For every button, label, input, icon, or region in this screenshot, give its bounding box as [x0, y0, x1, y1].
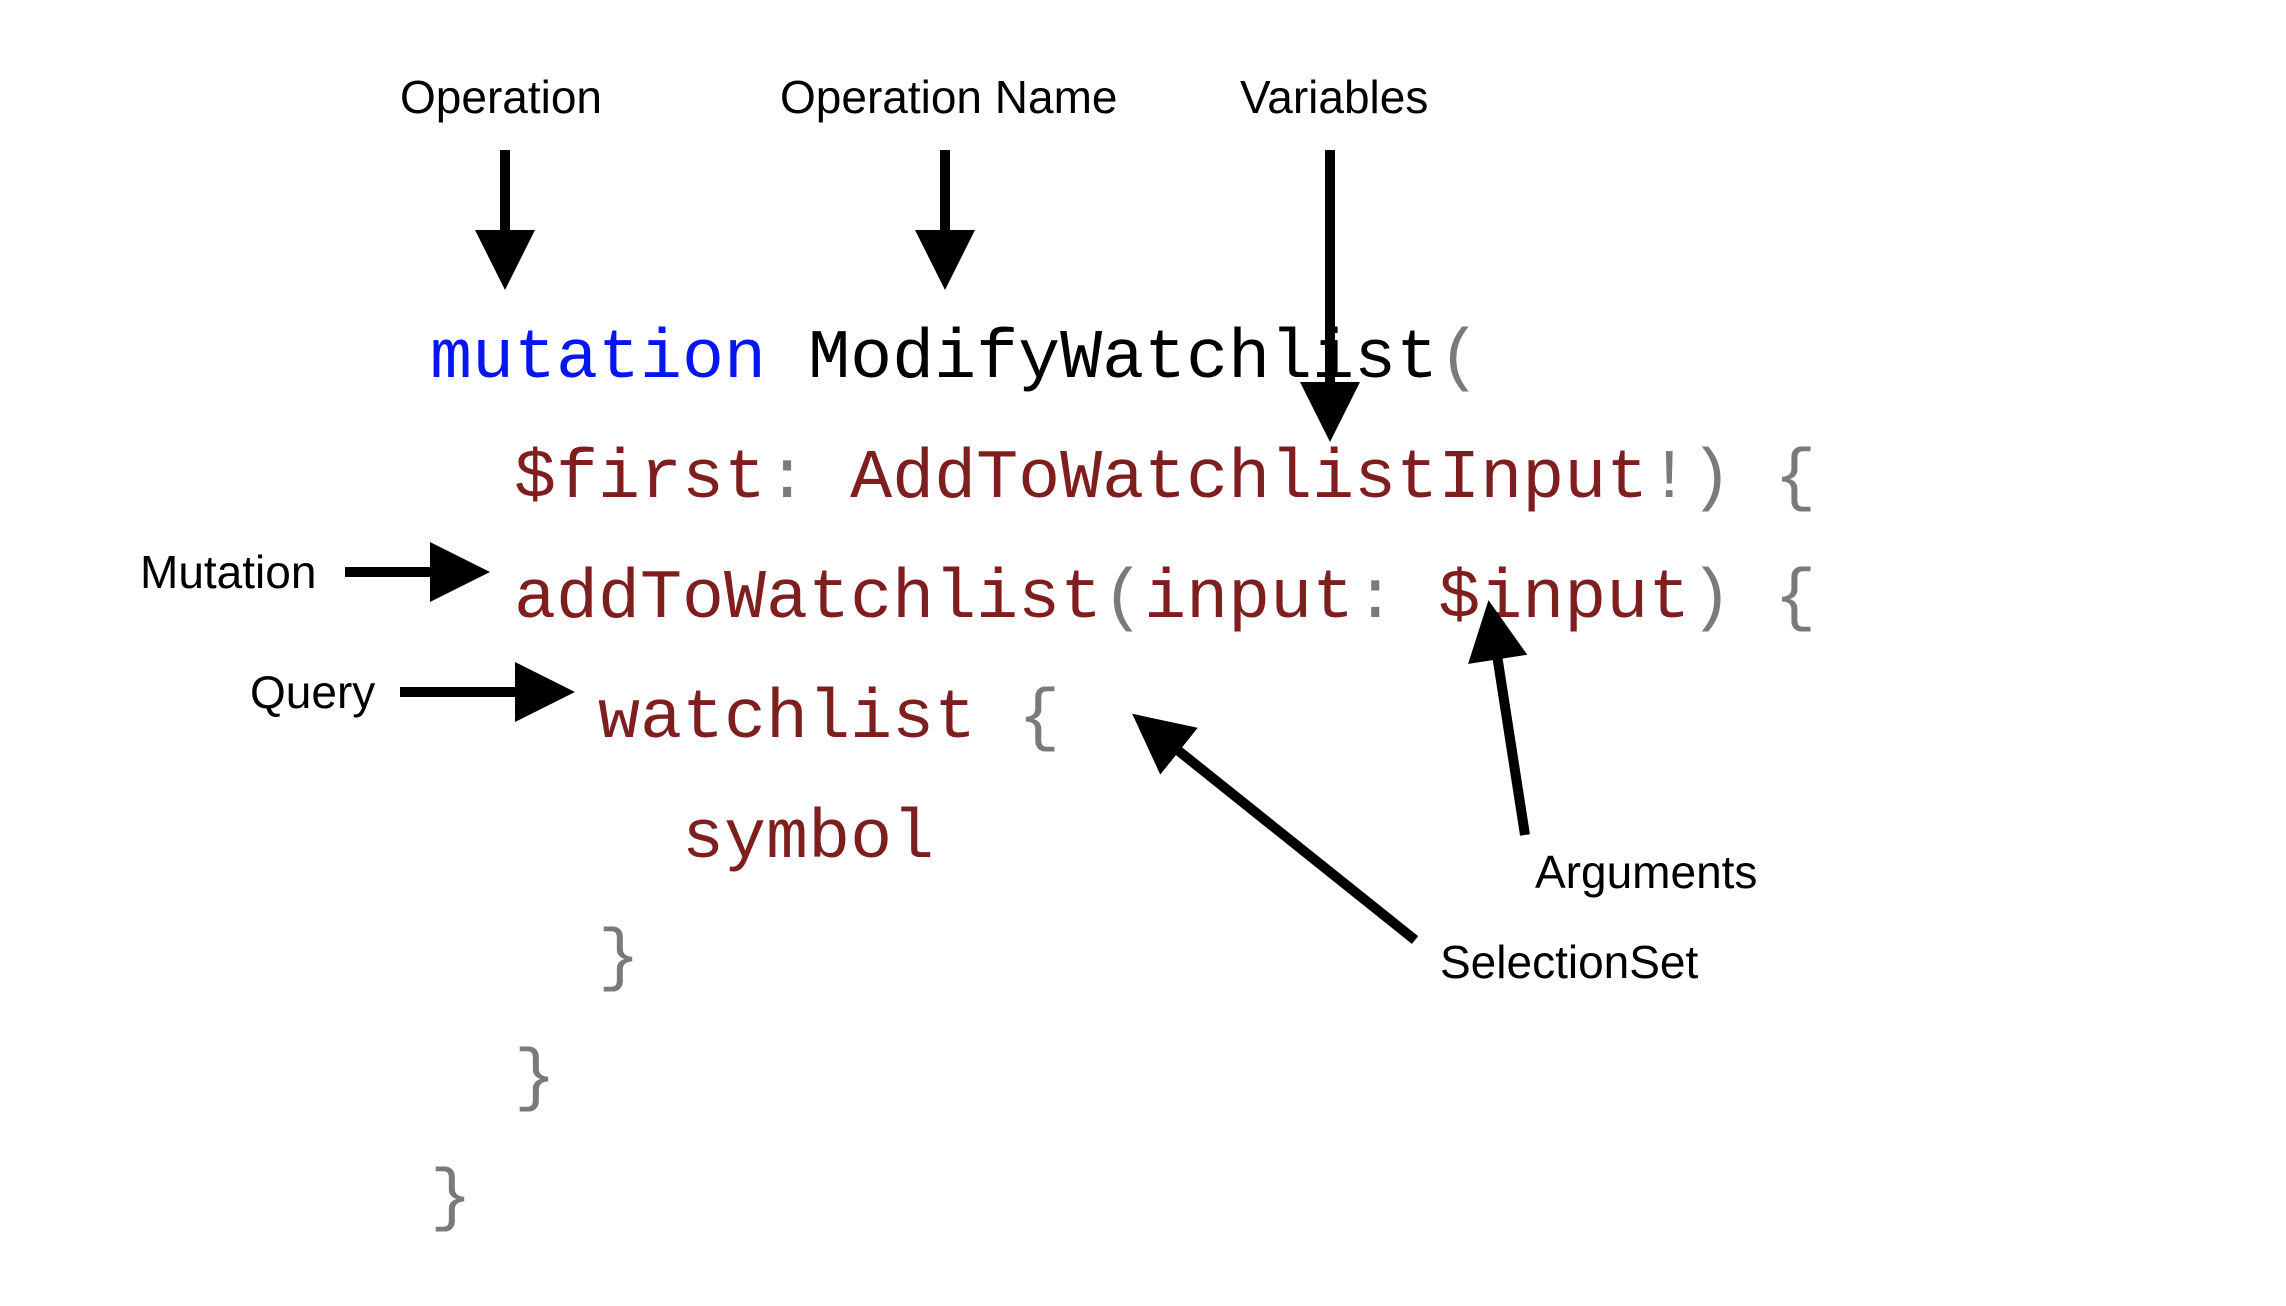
code-arg-value: $input: [1438, 560, 1690, 639]
code-field-addtowatchlist: addToWatchlist: [514, 560, 1102, 639]
label-operation-name: Operation Name: [780, 70, 1118, 124]
code-paren-close: ): [1690, 440, 1732, 519]
graphql-code: mutation ModifyWatchlist( $first: AddToW…: [430, 300, 1816, 1260]
code-operation-name: ModifyWatchlist: [808, 320, 1438, 399]
label-mutation: Mutation: [140, 545, 316, 599]
code-paren-open: (: [1438, 320, 1480, 399]
code-brace-open-3: {: [1018, 680, 1060, 759]
code-bang: !: [1648, 440, 1690, 519]
code-paren-open-2: (: [1102, 560, 1144, 639]
label-variables: Variables: [1240, 70, 1428, 124]
code-brace-close-1: }: [430, 1160, 472, 1239]
code-colon-2: :: [1354, 560, 1396, 639]
code-field-watchlist: watchlist: [598, 680, 976, 759]
diagram-stage: Operation Operation Name Variables Mutat…: [0, 0, 2286, 1306]
code-arg-name: input: [1144, 560, 1354, 639]
code-brace-open-1: {: [1774, 440, 1816, 519]
code-paren-close-2: ): [1690, 560, 1732, 639]
code-field-symbol: symbol: [682, 800, 934, 879]
label-query: Query: [250, 665, 375, 719]
code-brace-open-2: {: [1774, 560, 1816, 639]
code-var-name: $first: [514, 440, 766, 519]
code-colon: :: [766, 440, 808, 519]
code-keyword-mutation: mutation: [430, 320, 766, 399]
label-operation: Operation: [400, 70, 602, 124]
code-var-type: AddToWatchlistInput: [850, 440, 1648, 519]
code-brace-close-3: }: [598, 920, 640, 999]
code-brace-close-2: }: [514, 1040, 556, 1119]
